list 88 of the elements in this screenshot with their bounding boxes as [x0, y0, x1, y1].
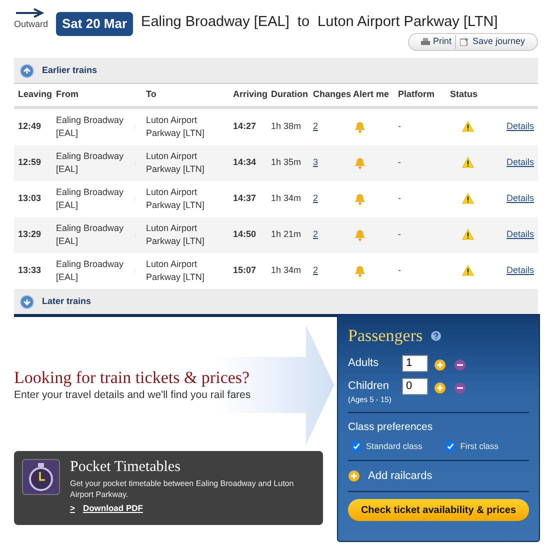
changes-link[interactable]: 2: [313, 265, 318, 276]
warning-icon: [462, 157, 474, 168]
departure-time: 13:33: [17, 264, 42, 278]
changes-link[interactable]: 2: [313, 193, 318, 204]
timetable-heading: Pocket Timetables: [70, 459, 182, 476]
origin-station: Ealing Broadway [EAL]: [55, 114, 125, 140]
platform-text: -: [397, 264, 402, 278]
download-pdf-link[interactable]: > Download PDF: [70, 502, 315, 516]
count-field[interactable]: 1: [402, 354, 428, 372]
platform-text: -: [397, 192, 402, 206]
column-header: From: [55, 88, 80, 102]
duration-text: 1h 35m: [270, 156, 302, 170]
arrival-time: 14:37: [232, 192, 258, 206]
promo-text: Enter your travel details and we'll find you rail fares: [14, 388, 252, 403]
destination-station: Luton Airport Parkway [LTN]: [145, 114, 206, 140]
column-header: Leaving: [17, 88, 52, 102]
arrival-time: 14:50: [232, 228, 258, 242]
document-icon: [460, 38, 470, 46]
destination-station: Luton Airport Parkway [LTN]: [145, 258, 206, 284]
changes-link[interactable]: 2: [313, 229, 318, 240]
platform-text: -: [397, 228, 402, 242]
direction-label: Outward: [14, 18, 48, 31]
departure-time: 13:29: [17, 228, 42, 242]
details-link[interactable]: Details: [506, 265, 534, 276]
origin-station: Ealing Broadway [EAL]: [55, 222, 125, 248]
duration-text: 1h 34m: [270, 192, 302, 206]
warning-icon: [462, 193, 474, 204]
column-header: Changes: [312, 88, 349, 102]
counter-label: Children: [348, 378, 390, 394]
column-header: Alert me: [352, 88, 390, 102]
destination-station: Luton Airport Parkway [LTN]: [145, 222, 206, 248]
details-link[interactable]: Details: [506, 193, 534, 204]
panel-title: Passengers: [348, 325, 423, 347]
details-link[interactable]: Details: [506, 157, 534, 168]
checkbox[interactable]: [446, 442, 456, 451]
plus-icon[interactable]: [434, 358, 446, 370]
warning-icon: [462, 265, 474, 276]
changes-link[interactable]: 2: [313, 121, 318, 132]
checkbox-label: Standard class: [366, 440, 422, 453]
origin-station: Ealing Broadway [EAL]: [55, 186, 125, 212]
check-availability-button[interactable]: Check ticket availability & prices: [348, 499, 529, 522]
column-header: Duration: [270, 88, 309, 102]
changes-link[interactable]: 3: [313, 157, 318, 168]
platform-text: -: [397, 156, 402, 170]
duration-text: 1h 34m: [270, 264, 302, 278]
class-heading: Class preferences: [348, 420, 434, 436]
help-icon[interactable]: [430, 330, 441, 341]
arrival-time: 14:34: [232, 156, 258, 170]
duration-text: 1h 21m: [270, 228, 302, 242]
departure-time: 13:03: [17, 192, 42, 206]
origin-station: Ealing Broadway [EAL]: [55, 258, 125, 284]
printer-icon: [420, 38, 430, 46]
counter-label: Adults: [348, 356, 380, 370]
save-journey-button[interactable]: Save journey: [455, 35, 529, 48]
departure-time: 12:49: [17, 120, 42, 134]
column-header: Status: [449, 88, 479, 102]
column-header: Platform: [397, 88, 436, 102]
warning-icon: [462, 121, 474, 132]
train-arrow-icon: [16, 8, 46, 18]
arrival-time: 15:07: [232, 264, 258, 278]
arrival-time: 14:27: [232, 120, 258, 134]
origin-station: Ealing Broadway [EAL]: [55, 150, 125, 176]
details-link[interactable]: Details: [506, 229, 534, 240]
count-field[interactable]: 0: [402, 378, 428, 394]
column-header: To: [145, 88, 158, 102]
destination-station: Luton Airport Parkway [LTN]: [145, 186, 206, 212]
stopwatch-icon: [22, 459, 60, 496]
plus-icon[interactable]: [348, 470, 360, 482]
platform-text: -: [397, 120, 402, 134]
minus-icon[interactable]: [454, 382, 466, 394]
checkbox-label: First class: [460, 440, 498, 453]
column-header: Arriving: [232, 88, 267, 102]
date-badge: Sat 20 Mar: [56, 12, 134, 36]
minus-icon[interactable]: [454, 358, 466, 370]
departure-time: 12:59: [17, 156, 42, 170]
checkbox[interactable]: [352, 442, 361, 451]
promo-heading: Looking for train tickets & prices?: [14, 369, 251, 388]
details-link[interactable]: Details: [506, 121, 534, 132]
duration-text: 1h 38m: [270, 120, 302, 134]
timetable-text: Get your pocket timetable between Ealing Broadway and Luton Airport Parkway.: [70, 478, 295, 500]
earlier-trains-button[interactable]: Earlier trains: [42, 64, 98, 78]
print-button[interactable]: Print: [416, 35, 456, 48]
later-trains-button[interactable]: Later trains: [42, 294, 92, 308]
destination-station: Luton Airport Parkway [LTN]: [145, 150, 206, 176]
plus-icon[interactable]: [434, 382, 446, 394]
add-railcards-link[interactable]: Add railcards: [368, 468, 432, 484]
warning-icon: [462, 229, 474, 240]
journey-title: Ealing Broadway [EAL] to Luton Airport Parkway [LTN]: [141, 13, 498, 32]
